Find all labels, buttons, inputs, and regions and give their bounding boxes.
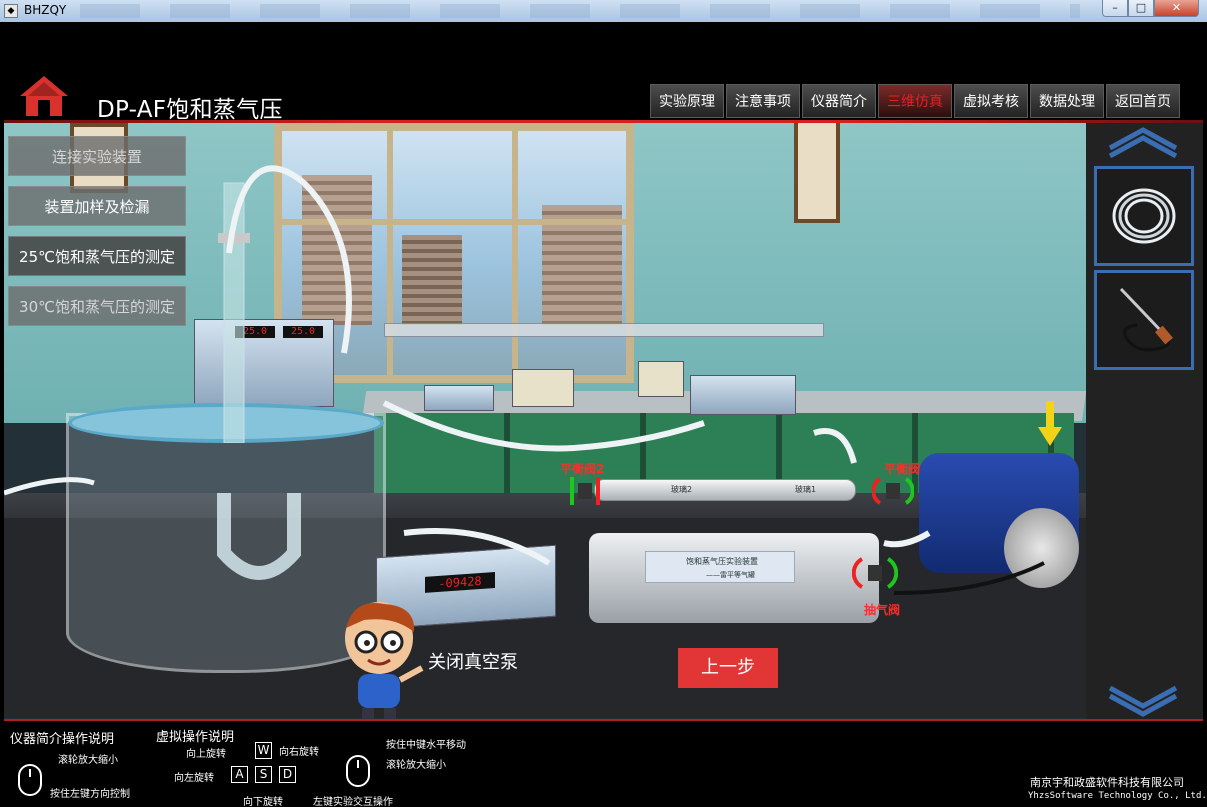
tube-tag-left: 玻璃2 — [671, 485, 693, 494]
back-box-1 — [512, 369, 574, 407]
building-left — [302, 175, 372, 325]
minimize-button[interactable]: – — [1102, 0, 1128, 17]
company-name-en: YhzsSoftware Technology Co., Ltd. — [1028, 791, 1207, 801]
chevron-up-icon[interactable] — [1106, 126, 1180, 158]
step-25c-measurement[interactable]: 25℃饱和蒸气压的测定 — [8, 236, 186, 276]
rotate-right-hint: 向右旋转 — [279, 747, 319, 758]
tab-3d-simulation[interactable]: 三维仿真 — [878, 84, 952, 118]
condenser-column — [218, 182, 250, 443]
tab-data-processing[interactable]: 数据处理 — [1030, 84, 1104, 118]
apparatus-panel-sub: ——雷平等气罐 — [706, 571, 755, 579]
rotate-left-hint: 向左旋转 — [174, 773, 214, 784]
tab-precautions[interactable]: 注意事项 — [726, 84, 800, 118]
mouse-icon-instrument — [18, 764, 42, 796]
u-tube — [217, 493, 301, 580]
temperature-probe-icon — [1119, 287, 1173, 352]
tube-tag-right: 玻璃1 — [795, 485, 817, 494]
window-title: BHZQY — [24, 3, 67, 17]
middle-drag-hint: 按住中键水平移动 — [386, 740, 466, 751]
virtual-help-title: 虚拟操作说明 — [156, 730, 235, 745]
apparatus-panel-title: 饱和蒸气压实验装置 — [686, 557, 758, 566]
close-button[interactable]: ✕ — [1154, 0, 1199, 17]
mouse-icon-virtual — [346, 755, 370, 787]
guide-mascot — [345, 602, 424, 721]
tab-instrument-intro[interactable]: 仪器简介 — [802, 84, 876, 118]
back-box-2 — [638, 361, 684, 397]
home-icon[interactable] — [18, 74, 70, 118]
balance-tube[interactable]: 玻璃2 玻璃1 — [594, 479, 856, 501]
tool-slot-probe[interactable] — [1094, 270, 1194, 370]
buffer-tank[interactable]: 饱和蒸气压实验装置 ——雷平等气罐 — [589, 533, 879, 623]
maximize-button[interactable]: □ — [1128, 0, 1154, 17]
vacuum-pump-motor — [1004, 508, 1079, 588]
left-click-hint: 左键实验交互操作 — [313, 797, 393, 807]
chevron-down-icon[interactable] — [1106, 686, 1180, 718]
step-connect-apparatus[interactable]: 连接实验装置 — [8, 136, 186, 176]
glass-shelf — [384, 323, 824, 337]
balance-valve-1[interactable] — [872, 475, 914, 507]
thermostat-display-right: 25.0 — [283, 326, 323, 338]
hint-arrow-icon — [1038, 401, 1062, 446]
wall-poster-right — [794, 123, 840, 223]
key-d: D — [279, 766, 296, 783]
window-titlebar: ◆ BHZQY – □ ✕ — [0, 0, 1207, 22]
exhaust-valve-label: 抽气阀 — [864, 603, 901, 617]
exhaust-valve[interactable] — [852, 555, 898, 591]
page-title: DP-AF饱和蒸气压 — [97, 97, 283, 123]
apparatus-panel: 饱和蒸气压实验装置 ——雷平等气罐 — [645, 551, 795, 583]
tab-experiment-principle[interactable]: 实验原理 — [650, 84, 724, 118]
step-30c-measurement[interactable]: 30℃饱和蒸气压的测定 — [8, 286, 186, 326]
key-a: A — [231, 766, 248, 783]
app-icon: ◆ — [4, 4, 18, 18]
instrument-drag-hint: 按住左键方向控制 — [50, 789, 130, 800]
tab-virtual-assessment[interactable]: 虚拟考核 — [954, 84, 1028, 118]
titlebar-background-tabs — [80, 4, 1080, 18]
building-mid — [402, 235, 462, 325]
tool-slot-tubing[interactable] — [1094, 166, 1194, 266]
company-name: 南京宇和政盛软件科技有限公司 — [1030, 776, 1184, 789]
key-w: W — [255, 742, 272, 759]
instruction-text: 关闭真空泵 — [428, 652, 518, 673]
wheel-zoom-hint: 滚轮放大缩小 — [386, 760, 446, 771]
back-meter-right — [690, 375, 796, 415]
app-header: DP-AF饱和蒸气压 实验原理 注意事项 仪器简介 三维仿真 虚拟考核 数据处理… — [4, 22, 1203, 123]
tab-return-home[interactable]: 返回首页 — [1106, 84, 1180, 118]
balance-valve-2[interactable] — [564, 475, 606, 507]
top-nav: 实验原理 注意事项 仪器简介 三维仿真 虚拟考核 数据处理 返回首页 — [650, 84, 1182, 118]
instrument-wheel-hint: 滚轮放大缩小 — [58, 755, 118, 766]
key-s: S — [255, 766, 272, 783]
rotate-down-hint: 向下旋转 — [243, 797, 283, 807]
step-sample-leak-check[interactable]: 装置加样及检漏 — [8, 186, 186, 226]
previous-step-button[interactable]: 上一步 — [678, 648, 778, 688]
instrument-help-title: 仪器简介操作说明 — [10, 732, 115, 747]
rotate-up-hint: 向上旋转 — [186, 749, 226, 760]
back-meter-left — [424, 385, 494, 411]
simulation-viewport[interactable]: 25.0 25.0 -09428 玻璃2 玻璃1 饱和蒸气压实验装置 ——雷平等… — [4, 123, 1086, 721]
tubing-coil-icon — [1112, 188, 1176, 244]
pressure-display: -09428 — [425, 571, 495, 593]
